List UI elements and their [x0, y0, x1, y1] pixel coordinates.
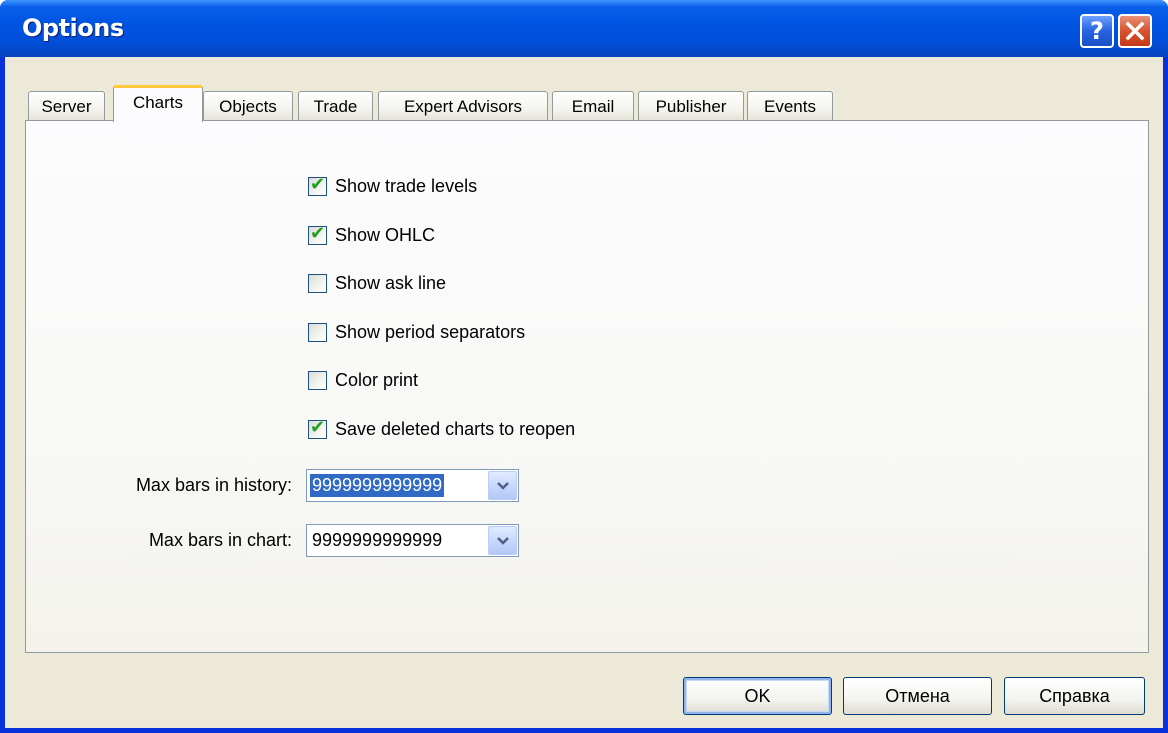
- max-bars-history-value[interactable]: 9999999999999: [310, 474, 445, 497]
- charts-tab-panel: ✔ Show trade levels ✔ Show OHLC Show ask…: [25, 120, 1149, 653]
- chevron-down-icon: [496, 536, 509, 545]
- checkbox-box[interactable]: ✔: [308, 222, 327, 245]
- check-mark-icon: ✔: [310, 222, 326, 244]
- tab-server[interactable]: Server: [28, 91, 105, 121]
- dialog-title: Options: [22, 14, 124, 42]
- tab-email[interactable]: Email: [552, 91, 634, 121]
- max-bars-history-combo[interactable]: 9999999999999: [306, 469, 519, 502]
- max-bars-chart-value[interactable]: 9999999999999: [310, 529, 444, 552]
- close-button[interactable]: [1118, 14, 1152, 48]
- checkbox-color-print[interactable]: Color print: [308, 370, 418, 390]
- dropdown-button[interactable]: [488, 526, 517, 555]
- checkbox-save-deleted-charts[interactable]: ✔ Save deleted charts to reopen: [308, 416, 576, 439]
- checkbox-show-ask-line[interactable]: Show ask line: [308, 273, 446, 293]
- dialog-body: Server Charts Objects Trade Expert Advis…: [5, 57, 1163, 728]
- options-dialog: Options ? Server Charts Objects Trade Ex…: [0, 0, 1168, 733]
- checkbox-label: Color print: [335, 369, 419, 390]
- title-bar[interactable]: Options ?: [0, 0, 1168, 57]
- tab-objects[interactable]: Objects: [203, 91, 293, 121]
- cancel-button[interactable]: Отмена: [843, 677, 992, 715]
- checkbox-show-ohlc[interactable]: ✔ Show OHLC: [308, 222, 436, 245]
- help-question-icon[interactable]: ?: [1080, 14, 1114, 48]
- max-bars-history-label: Max bars in history:: [135, 475, 292, 495]
- max-bars-chart-label: Max bars in chart:: [148, 530, 292, 550]
- tab-events[interactable]: Events: [747, 91, 833, 121]
- tab-publisher[interactable]: Publisher: [638, 91, 744, 121]
- tab-charts[interactable]: Charts: [113, 85, 203, 122]
- checkbox-label: Show period separators: [335, 321, 526, 342]
- check-mark-icon: ✔: [310, 416, 326, 438]
- checkbox-label: Show OHLC: [335, 224, 436, 245]
- check-mark-icon: ✔: [310, 173, 326, 195]
- chevron-down-icon: [496, 481, 509, 490]
- dropdown-button[interactable]: [488, 471, 517, 500]
- close-x-icon: [1125, 21, 1145, 41]
- checkbox-label: Show trade levels: [335, 175, 478, 196]
- checkbox-show-trade-levels[interactable]: ✔ Show trade levels: [308, 173, 478, 196]
- checkbox-box[interactable]: ✔: [308, 416, 327, 439]
- checkbox-box[interactable]: ✔: [308, 173, 327, 196]
- tab-expert-advisors[interactable]: Expert Advisors: [378, 91, 548, 121]
- ok-button[interactable]: OK: [683, 677, 832, 715]
- checkbox-show-period-separators[interactable]: Show period separators: [308, 322, 525, 342]
- checkbox-label: Show ask line: [335, 272, 447, 293]
- checkbox-label: Save deleted charts to reopen: [335, 418, 576, 439]
- max-bars-chart-combo[interactable]: 9999999999999: [306, 524, 519, 557]
- checkbox-box[interactable]: [308, 273, 327, 293]
- help-button[interactable]: Справка: [1004, 677, 1145, 715]
- checkbox-box[interactable]: [308, 322, 327, 342]
- checkbox-box[interactable]: [308, 370, 327, 390]
- tab-trade[interactable]: Trade: [298, 91, 373, 121]
